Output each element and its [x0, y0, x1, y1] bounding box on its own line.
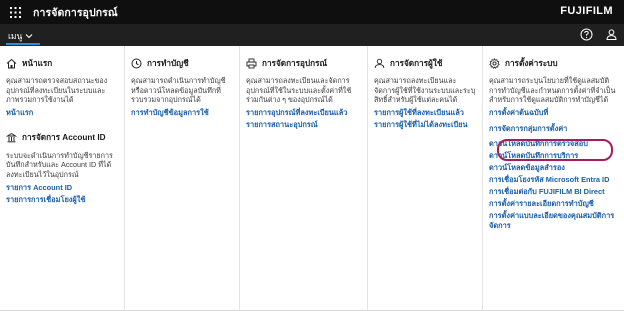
menu-column-user-management: การจัดการผู้ใช้ คุณสามารถลงทะเบียนและจัด… — [367, 46, 482, 311]
section-header-device-management: การจัดการอุปกรณ์ — [246, 56, 361, 70]
section-description: ระบบจะดำเนินการทำบัญชีรายการบันทึกสำหรับ… — [6, 150, 113, 179]
building-icon — [6, 133, 17, 143]
menu-tab[interactable]: เมนู — [6, 28, 35, 44]
section-header-system-settings: การตั้งค่าระบบ — [489, 56, 618, 70]
section-description: คุณสามารถตรวจสอบสถานะของอุปกรณ์ที่ลงทะเบ… — [6, 76, 108, 105]
link-registered-users[interactable]: รายการผู้ใช้ที่ลงทะเบียนแล้ว — [374, 108, 476, 118]
section-title: การจัดการ Account ID — [22, 133, 106, 143]
link-bi-direct[interactable]: การเชื่อมต่อกับ FUJIFILM BI Direct — [489, 187, 618, 197]
app-launcher-button[interactable] — [3, 0, 27, 24]
user-account-button[interactable] — [605, 28, 618, 41]
printer-icon — [246, 58, 257, 68]
link-device-status[interactable]: รายการสถานะอุปกรณ์ — [246, 120, 361, 130]
section-title: การตั้งค่าระบบ — [505, 58, 558, 68]
link-accounting-detail-settings[interactable]: การตั้งค่ารายละเอียดการทำบัญชี — [489, 199, 618, 209]
link-settings-group-management[interactable]: การจัดการกลุ่มการตั้งค่า — [489, 124, 618, 134]
user-icon — [606, 29, 617, 40]
menu-column-home: หน้าแรก คุณสามารถตรวจสอบสถานะของอุปกรณ์ท… — [0, 46, 124, 311]
app-title: การจัดการอุปกรณ์ — [33, 6, 118, 19]
menu-column-device-management: การจัดการอุปกรณ์ คุณสามารถลงทะเบียนและจั… — [239, 46, 367, 311]
mega-menu-panel: หน้าแรก คุณสามารถตรวจสอบสถานะของอุปกรณ์ท… — [0, 46, 624, 311]
section-title: การจัดการผู้ใช้ — [390, 58, 443, 68]
section-description: คุณสามารถลงทะเบียนและจัดการผู้ใช้ที่ใช้ง… — [374, 76, 476, 105]
link-management-detail-settings[interactable]: การตั้งค่าแบบละเอียดของคุณสมบัติการจัดกา… — [489, 211, 618, 231]
section-header-account-id: การจัดการ Account ID — [6, 131, 118, 145]
menu-column-accounting: การทำบัญชี คุณสามารถดำเนินการทำบัญชีหรือ… — [124, 46, 239, 311]
gear-icon — [489, 57, 500, 69]
menu-tab-label: เมนู — [8, 31, 23, 41]
link-download-backup[interactable]: ดาวน์โหลดข้อมูลสำรอง — [489, 163, 618, 173]
active-tab-indicator — [6, 43, 40, 45]
section-header-accounting: การทำบัญชี — [131, 56, 233, 70]
grid-icon — [9, 6, 21, 18]
link-home[interactable]: หน้าแรก — [6, 108, 118, 118]
highlight-ring — [497, 139, 613, 161]
nav-bar: เมนู — [0, 24, 624, 46]
chevron-down-icon — [25, 34, 33, 39]
section-title: หน้าแรก — [22, 58, 53, 68]
brand-logo: FUJIFILM — [560, 5, 613, 17]
section-title: การจัดการอุปกรณ์ — [262, 58, 328, 68]
section-description: คุณสามารถลงทะเบียนและจัดการอุปกรณ์ที่ใช้… — [246, 76, 352, 105]
link-account-id-list[interactable]: รายการ Account ID — [6, 183, 118, 193]
section-description: คุณสามารถระบุนโยบายที่ใช้ดูแลสมบัติการทำ… — [489, 76, 616, 105]
menu-column-system-settings: การตั้งค่าระบบ คุณสามารถระบุนโยบายที่ใช้… — [482, 46, 624, 311]
help-button[interactable] — [580, 28, 593, 41]
section-header-home: หน้าแรก — [6, 56, 118, 70]
section-description: คุณสามารถดำเนินการทำบัญชีหรือดาวน์โหลดข้… — [131, 76, 226, 105]
link-user-association-list[interactable]: รายการการเชื่อมโยงผู้ใช้ — [6, 195, 118, 205]
clock-icon — [131, 58, 142, 68]
users-icon — [374, 58, 385, 68]
link-entra-id-link[interactable]: การเชื่อมโยงรหัส Microsoft Entra ID — [489, 175, 618, 185]
section-title: การทำบัญชี — [147, 58, 189, 68]
top-bar: การจัดการอุปกรณ์ FUJIFILM — [0, 0, 624, 24]
link-registered-devices[interactable]: รายการอุปกรณ์ที่ลงทะเบียนแล้ว — [246, 108, 361, 118]
link-usage-accounting[interactable]: การทำบัญชีข้อมูลการใช้ — [131, 108, 233, 118]
section-header-user-management: การจัดการผู้ใช้ — [374, 56, 476, 70]
link-source-settings[interactable]: การตั้งค่าต้นฉบับที่ — [489, 108, 618, 118]
help-icon — [580, 28, 593, 41]
link-unregistered-users[interactable]: รายการผู้ใช้ที่ไม่ได้ลงทะเบียน — [374, 120, 476, 130]
home-icon — [6, 58, 17, 68]
